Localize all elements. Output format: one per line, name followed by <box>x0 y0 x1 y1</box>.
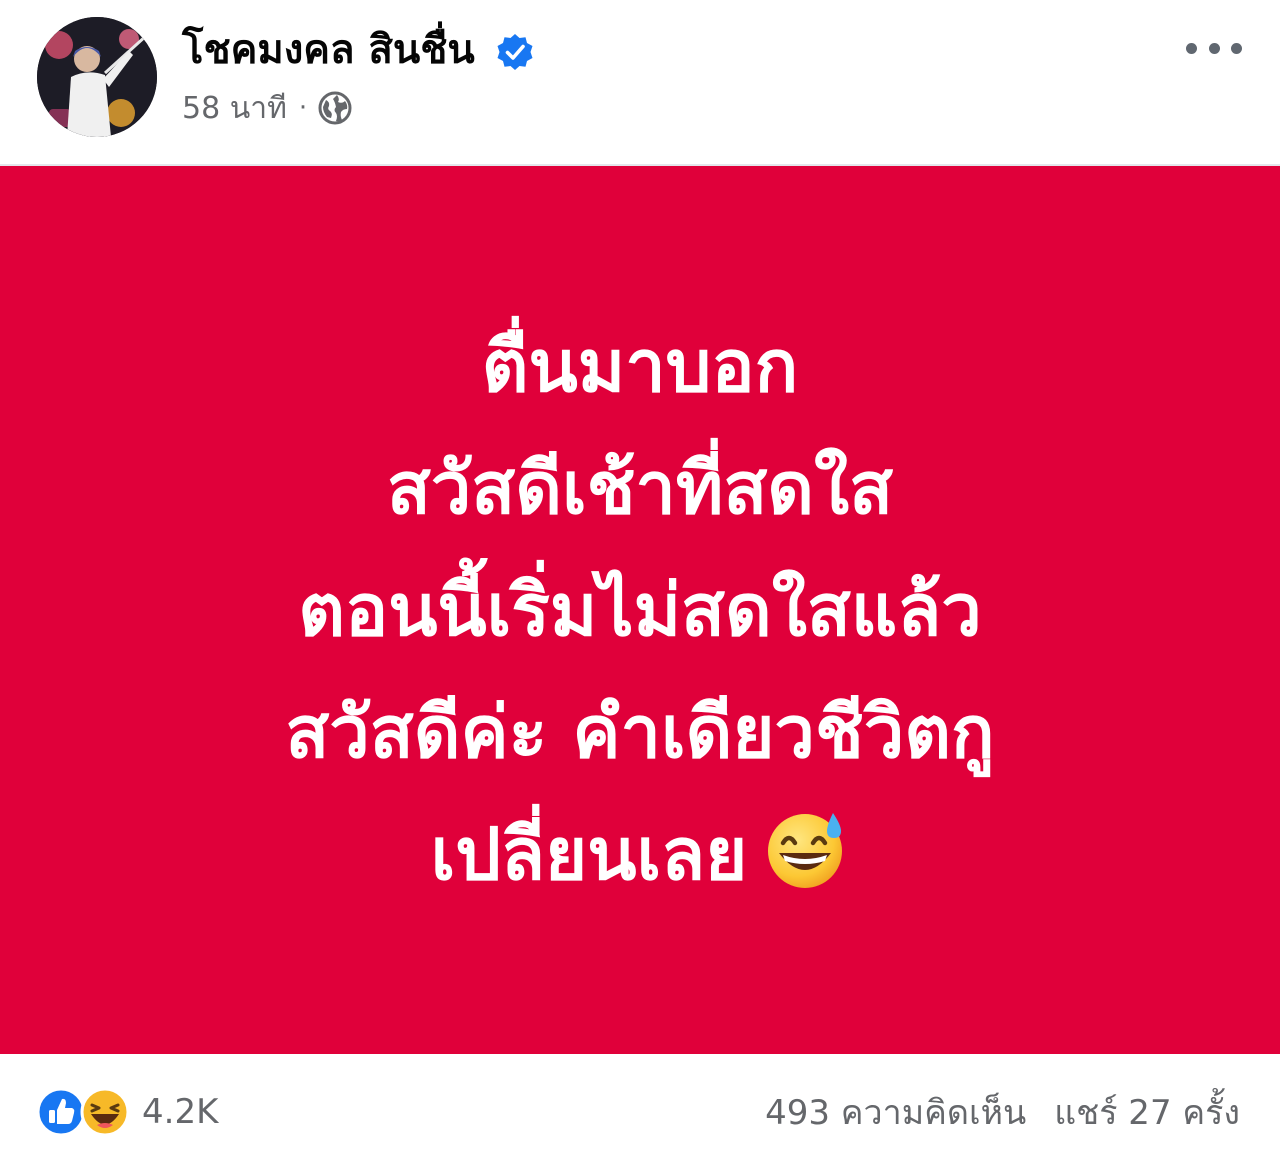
post-timestamp[interactable]: 58 นาที <box>182 85 287 132</box>
post-text-line: สวัสดีค่ะ คำเดียวชีวิตกู <box>285 690 995 774</box>
comment-count-link[interactable]: 493 ความคิดเห็น <box>765 1085 1026 1139</box>
share-count-link[interactable]: แชร์ 27 ครั้ง <box>1054 1085 1240 1139</box>
more-options-button[interactable] <box>1186 30 1242 66</box>
post-text-last-line: เปลี่ยนเลย <box>431 793 850 915</box>
more-dot-icon <box>1208 42 1220 54</box>
post-text-background: ตื่นมาบอก สวัสดีเช้าที่สดใส ตอนนี้เริ่มไ… <box>0 166 1280 1054</box>
meta-separator: · <box>298 93 308 123</box>
post-text-line: ตอนนี้เริ่มไม่สดใสแล้ว <box>298 568 982 652</box>
post-meta: 58 นาที · <box>182 86 353 130</box>
more-dot-icon <box>1186 42 1197 54</box>
grinning-face-with-sweat-icon <box>768 813 843 888</box>
author-name[interactable]: โชคมงคล สินชื่น <box>182 24 475 76</box>
globe-icon[interactable] <box>317 90 353 126</box>
post-text: ตื่นมาบอก สวัสดีเช้าที่สดใส ตอนนี้เริ่มไ… <box>0 166 1280 1054</box>
post-header: โชคมงคล สินชื่น 58 นาที · <box>0 0 1280 166</box>
post-footer: 4.2K 493 ความคิดเห็น แชร์ 27 ครั้ง <box>0 1054 1280 1161</box>
facebook-post: โชคมงคล สินชื่น 58 นาที · ตื่นมาบอก สวัส… <box>0 0 1280 1161</box>
post-stats: 493 ความคิดเห็น แชร์ 27 ครั้ง <box>765 1087 1240 1137</box>
verified-badge-icon <box>497 34 533 70</box>
post-text-line: เปลี่ยนเลย <box>430 812 748 896</box>
author-avatar[interactable] <box>37 17 157 137</box>
reaction-count[interactable]: 4.2K <box>142 1092 218 1132</box>
haha-icon <box>80 1087 130 1137</box>
more-dot-icon <box>1231 42 1242 54</box>
post-text-line: ตื่นมาบอก <box>481 324 799 408</box>
like-icon <box>36 1087 86 1137</box>
post-text-line: สวัสดีเช้าที่สดใส <box>386 446 894 530</box>
reaction-summary[interactable]: 4.2K <box>36 1087 218 1137</box>
